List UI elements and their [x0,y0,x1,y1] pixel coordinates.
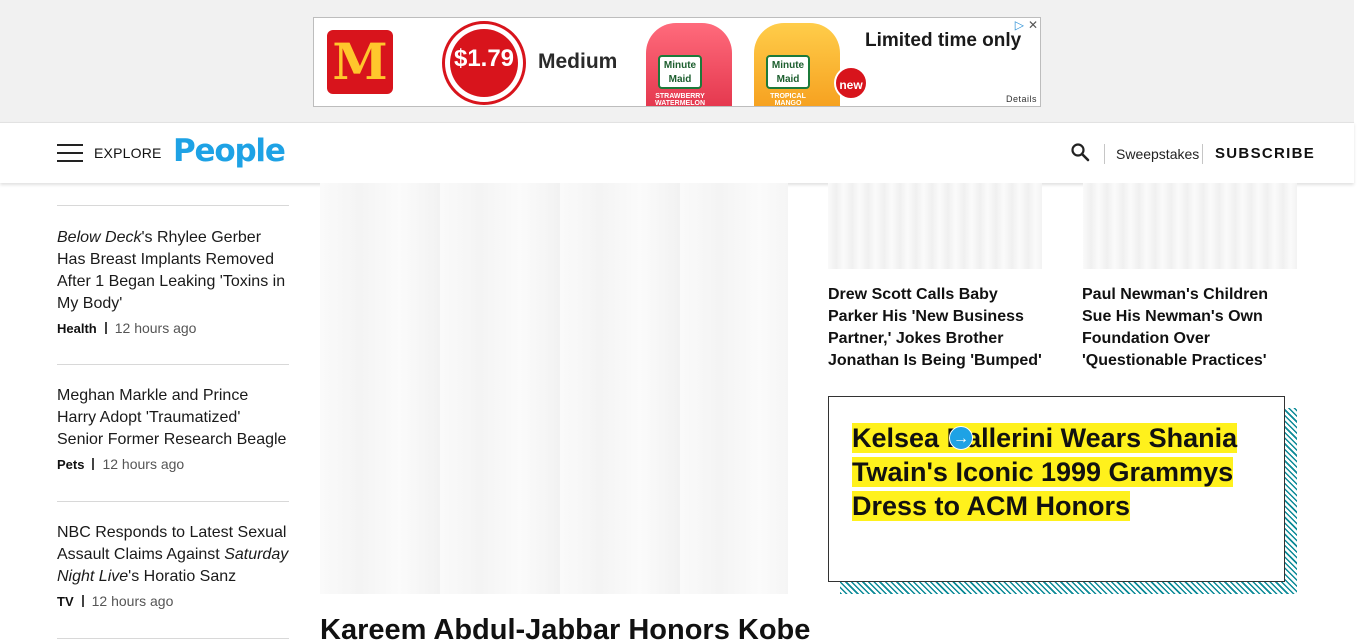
article-title[interactable]: NBC Responds to Latest Sexual Assault Cl… [57,522,289,588]
title-emphasis: Below Deck [57,229,142,246]
category-label[interactable]: Health [57,321,97,336]
promo-headline[interactable]: Kelsea Ballerini Wears Shania Twain's Ic… [852,421,1252,523]
promo-highlight-text: Kelsea Ballerini Wears Shania Twain's Ic… [852,423,1238,521]
article-title[interactable]: Below Deck's Rhylee Gerber Has Breast Im… [57,227,289,315]
list-item[interactable]: NBC Responds to Latest Sexual Assault Cl… [57,501,289,638]
article-title[interactable]: Meghan Markle and Prince Harry Adopt 'Tr… [57,385,289,451]
mcdonalds-logo: M [327,30,393,94]
timestamp: 12 hours ago [91,593,174,609]
category-label[interactable]: Pets [57,457,84,472]
cup-brand-label: Minute Maid [658,55,702,89]
cup-flavor-label: STRAWBERRY WATERMELON [654,93,706,107]
title-text: 's Horatio Sanz [128,568,237,585]
people-logo[interactable]: People [173,133,286,169]
sweepstakes-link[interactable]: Sweepstakes [1116,146,1199,162]
main-article-headline[interactable]: Kareem Abdul-Jabbar Honors Kobe [320,614,810,642]
list-divider [57,638,289,642]
list-item[interactable]: Meghan Markle and Prince Harry Adopt 'Tr… [57,364,289,501]
article-meta: TV 12 hours ago [57,593,289,609]
article-meta: Pets 12 hours ago [57,456,289,472]
card-title[interactable]: Drew Scott Calls Baby Parker His 'New Bu… [828,284,1046,372]
mango-slushie-cup: Minute Maid TROPICAL MANGO SLUSHIE [754,23,840,107]
hamburger-menu-icon[interactable] [57,144,83,162]
advertisement-banner[interactable]: M $1.79 ea. Medium Minute Maid STRAWBERR… [313,17,1041,107]
card-image[interactable] [828,183,1042,269]
arrow-right-icon[interactable]: → [949,426,973,450]
explore-link[interactable]: EXPLORE [94,145,162,161]
new-badge: new [834,66,868,100]
card-title[interactable]: Paul Newman's Children Sue His Newman's … [1082,284,1300,372]
timestamp: 12 hours ago [102,456,185,472]
ad-close-icon[interactable]: ✕ [1028,18,1038,32]
header-divider [1202,144,1203,164]
adchoices-icon[interactable]: ▷ ✕ [1015,18,1038,32]
cup-brand-label: Minute Maid [766,55,810,89]
ad-band: M $1.79 ea. Medium Minute Maid STRAWBERR… [0,0,1354,122]
main-article-image[interactable] [320,183,788,594]
timestamp: 12 hours ago [114,320,197,336]
category-label[interactable]: TV [57,594,74,609]
trending-list: Below Deck's Rhylee Gerber Has Breast Im… [57,205,289,642]
list-item[interactable]: Below Deck's Rhylee Gerber Has Breast Im… [57,205,289,364]
cup-flavor-label: TROPICAL MANGO [770,93,806,107]
ad-info-icon[interactable]: ▷ [1015,18,1024,32]
article-meta: Health 12 hours ago [57,320,289,336]
price-badge: $1.79 ea. [442,21,526,106]
ad-size-label: Medium [538,50,618,73]
price-text: $1.79 ea. [450,29,518,106]
promo-callout[interactable]: Kelsea Ballerini Wears Shania Twain's Ic… [828,396,1285,582]
card-image[interactable] [1083,183,1297,269]
header-divider [1104,144,1105,164]
ad-details-link[interactable]: Details [1006,94,1037,104]
search-icon[interactable] [1070,142,1090,162]
site-header: EXPLORE People Sweepstakes SUBSCRIBE [0,122,1354,183]
strawberry-slushie-cup: Minute Maid STRAWBERRY WATERMELON SLUSHI… [646,23,732,107]
subscribe-link[interactable]: SUBSCRIBE [1215,145,1315,162]
ad-headline: Limited time only [865,30,1022,51]
